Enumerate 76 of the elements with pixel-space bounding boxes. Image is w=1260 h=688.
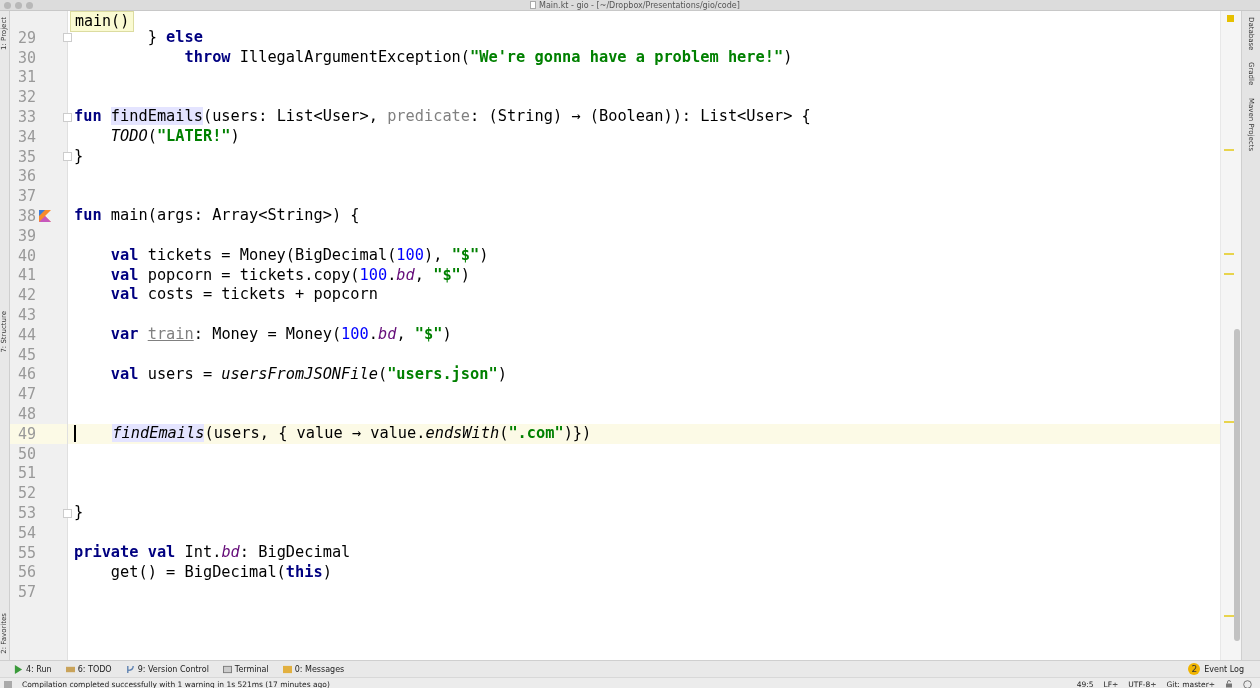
terminal-icon xyxy=(222,664,232,674)
error-stripe-mark[interactable] xyxy=(1224,253,1234,255)
warning-indicator xyxy=(1227,15,1234,22)
breadcrumb-tooltip: main() xyxy=(70,11,135,32)
lock-icon[interactable] xyxy=(1225,680,1233,688)
line-number: 36 xyxy=(16,167,36,186)
code-line: var train: Money = Money(100.bd, "$") xyxy=(109,324,453,345)
line-number: 52 xyxy=(16,484,36,503)
event-log-link[interactable]: Event Log xyxy=(1204,664,1244,674)
event-count-badge: 2 xyxy=(1188,663,1201,675)
line-number: 41 xyxy=(16,266,36,285)
error-stripe-mark[interactable] xyxy=(1224,273,1234,275)
line-number: 45 xyxy=(16,345,36,364)
scrollbar[interactable] xyxy=(1220,11,1241,660)
line-number: 44 xyxy=(16,325,36,344)
window-title: Main.kt - gio - [~/Dropbox/Presentations/gio/code] xyxy=(539,0,740,10)
close-button[interactable] xyxy=(4,1,11,9)
code-line: val users = usersFromJSONFile("users.json") xyxy=(109,364,508,385)
kotlin-run-icon[interactable] xyxy=(38,209,52,224)
code-line: val costs = tickets + popcorn xyxy=(109,285,379,306)
tool-tab[interactable]: 4: Run xyxy=(14,664,52,674)
code-line: } else xyxy=(146,28,204,48)
line-number: 56 xyxy=(16,563,36,582)
minimize-button[interactable] xyxy=(15,1,22,9)
fold-marker[interactable] xyxy=(63,152,72,162)
scroll-thumb[interactable] xyxy=(1234,329,1240,641)
line-number: 54 xyxy=(16,523,36,542)
line-number: 50 xyxy=(16,444,36,463)
line-number: 29 xyxy=(16,28,36,47)
code-line: throw IllegalArgumentException("We're gonna have a problem here!") xyxy=(183,47,794,68)
line-number: 34 xyxy=(16,127,36,146)
code-line: val popcorn = tickets.copy(100.bd, "$") xyxy=(109,265,472,286)
line-number: 35 xyxy=(16,147,36,166)
zoom-button[interactable] xyxy=(26,1,33,9)
panel-toggle-icon[interactable] xyxy=(4,680,12,688)
list-icon xyxy=(65,664,75,674)
fold-marker[interactable] xyxy=(63,508,72,518)
error-stripe-mark[interactable] xyxy=(1224,615,1234,617)
line-number: 51 xyxy=(16,464,36,483)
line-number: 40 xyxy=(16,246,36,265)
line-number: 31 xyxy=(16,68,36,87)
code-line: val tickets = Money(BigDecimal(100), "$") xyxy=(109,245,490,266)
code-line: } xyxy=(73,146,85,167)
code-line: TODO("LATER!") xyxy=(109,127,241,147)
tool-tab[interactable]: 6: TODO xyxy=(65,664,112,674)
run-icon xyxy=(14,664,23,674)
fold-marker[interactable] xyxy=(63,33,72,43)
line-number: 48 xyxy=(16,405,36,424)
line-number: 47 xyxy=(16,385,36,404)
line-number: 39 xyxy=(16,226,36,245)
fold-marker[interactable] xyxy=(63,112,72,122)
code-line: private val Int.bd: BigDecimal xyxy=(73,542,352,563)
line-number: 43 xyxy=(16,306,36,325)
line-number: 30 xyxy=(16,48,36,67)
line-number: 49 xyxy=(16,424,36,443)
code-line: get() = BigDecimal(this) xyxy=(109,562,333,583)
branch-icon xyxy=(125,664,135,674)
tool-tab[interactable]: Terminal xyxy=(222,664,269,674)
line-number: 57 xyxy=(16,583,36,602)
code-line: fun findEmails(users: List<User>, predicate: (String) → (Boolean)): List<User> { xyxy=(73,107,812,127)
file-icon xyxy=(530,1,536,9)
code-line: } xyxy=(73,503,85,523)
line-number: 55 xyxy=(16,543,36,562)
line-number: 32 xyxy=(16,88,36,107)
tool-tab[interactable]: 0: Messages xyxy=(282,664,345,674)
tool-tab[interactable]: 9: Version Control xyxy=(125,664,209,674)
code-line: fun main(args: Array<String>) { xyxy=(73,206,361,226)
error-stripe-mark[interactable] xyxy=(1224,421,1234,423)
line-number: 37 xyxy=(16,187,36,206)
line-number: 42 xyxy=(16,286,36,305)
line-number: 38 xyxy=(16,207,36,226)
error-stripe-mark[interactable] xyxy=(1224,149,1234,151)
line-number: 46 xyxy=(16,365,36,384)
message-icon xyxy=(282,664,292,674)
line-number: 33 xyxy=(16,108,36,127)
line-number: 53 xyxy=(16,504,36,522)
